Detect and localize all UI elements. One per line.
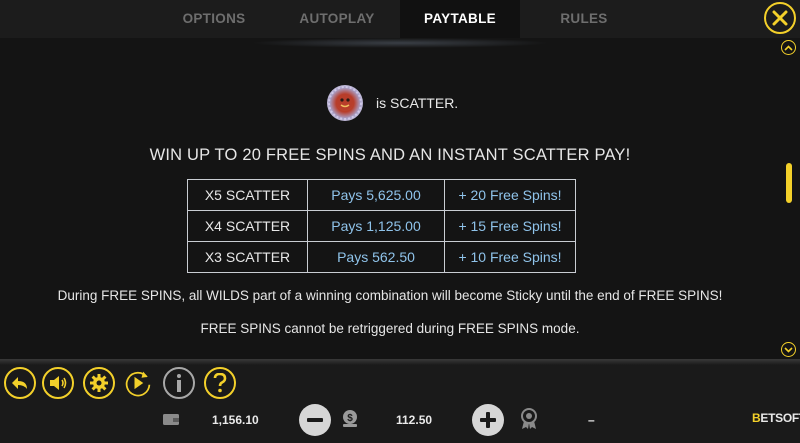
top-glow [250,38,550,48]
free-spins-award: + 10 Free Spins! [444,241,576,273]
autoplay-icon [125,371,151,397]
chevron-down-icon [784,346,793,353]
help-icon [213,373,227,393]
scatter-pay-table: X5 SCATTER Pays 5,625.00 + 20 Free Spins… [187,179,576,273]
table-row: X5 SCATTER Pays 5,625.00 + 20 Free Spins… [187,179,576,211]
tab-bar: OPTIONS AUTOPLAY PAYTABLE RULES [0,0,800,38]
win-value: – [588,413,595,427]
sound-button[interactable] [42,367,74,399]
settings-button[interactable] [83,367,115,399]
scatter-count: X3 SCATTER [187,241,308,273]
info-button[interactable] [163,367,195,399]
free-spins-headline: WIN UP TO 20 FREE SPINS AND AN INSTANT S… [149,146,631,164]
help-button[interactable] [204,367,236,399]
bonus-badge-icon [521,408,537,429]
paytable-panel: is SCATTER. WIN UP TO 20 FREE SPINS AND … [0,38,800,359]
tab-paytable[interactable]: PAYTABLE [400,0,520,38]
autoplay-button[interactable] [122,367,154,399]
scrollbar-thumb[interactable] [786,163,792,203]
sound-icon [50,376,67,390]
plus-icon [480,412,496,428]
increase-bet-button[interactable] [472,404,504,436]
info-icon [177,374,181,392]
table-row: X3 SCATTER Pays 562.50 + 10 Free Spins! [187,241,576,273]
coins-icon: $ [343,410,357,427]
betsoft-logo: BETSOFT [752,411,800,425]
tab-options[interactable]: OPTIONS [155,0,273,38]
svg-text:$: $ [347,413,353,424]
scatter-pay: Pays 1,125.00 [307,210,445,242]
scatter-pay: Pays 562.50 [307,241,445,273]
minus-icon [307,418,323,422]
close-icon [772,10,788,26]
scatter-count: X5 SCATTER [187,179,308,211]
scroll-down-button[interactable] [781,342,796,357]
retrigger-note: FREE SPINS cannot be retriggered during … [200,321,580,336]
table-row: X4 SCATTER Pays 1,125.00 + 15 Free Spins… [187,210,576,242]
scroll-up-button[interactable] [781,40,796,55]
scatter-pay: Pays 5,625.00 [307,179,445,211]
gear-icon [90,374,108,392]
scatter-count: X4 SCATTER [187,210,308,242]
sticky-wilds-note: During FREE SPINS, all WILDS part of a w… [57,288,723,303]
scatter-symbol-icon [327,85,363,121]
wallet-icon [163,414,179,425]
bet-value: 112.50 [396,413,433,427]
tab-autoplay[interactable]: AUTOPLAY [278,0,396,38]
scatter-legend: is SCATTER. [327,85,458,121]
decrease-bet-button[interactable] [299,404,331,436]
tab-rules[interactable]: RULES [525,0,643,38]
back-arrow-icon [12,377,27,389]
back-button[interactable] [4,367,36,399]
free-spins-award: + 15 Free Spins! [444,210,576,242]
game-control-bar [0,359,800,443]
free-spins-award: + 20 Free Spins! [444,179,576,211]
control-bar-edge [0,359,800,365]
chevron-up-icon [784,44,793,51]
scatter-caption: is SCATTER. [376,95,459,111]
close-button[interactable] [764,2,796,34]
balance-value: 1,156.10 [212,413,259,427]
